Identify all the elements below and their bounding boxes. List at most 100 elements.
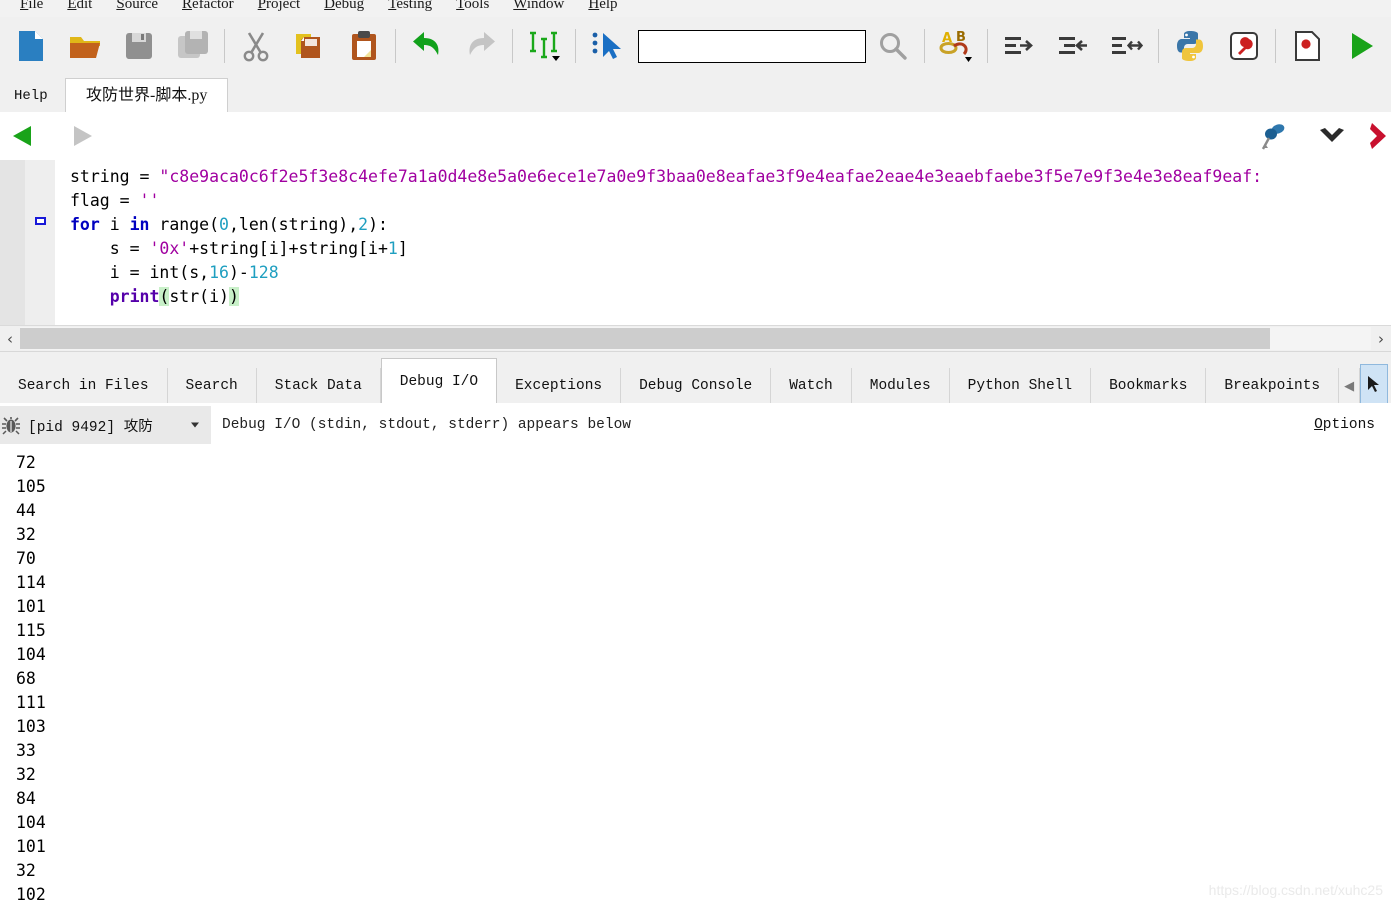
menu-item-testing[interactable]: Testing — [376, 0, 444, 13]
menu-item-debug[interactable]: Debug — [312, 0, 376, 13]
menu-item-source[interactable]: Source — [104, 0, 170, 13]
toolbar-separator — [987, 29, 988, 63]
code-token: )- — [228, 263, 249, 282]
bottom-tab-modules[interactable]: Modules — [851, 368, 950, 404]
copy-icon[interactable] — [283, 20, 337, 72]
paste-icon[interactable] — [337, 20, 391, 72]
output-line: 32 — [16, 861, 36, 880]
output-line: 115 — [16, 621, 46, 640]
run-icon[interactable] — [1334, 20, 1388, 72]
menu-item-file[interactable]: File — [8, 0, 55, 13]
editor-nav-row — [0, 112, 1391, 161]
python-icon[interactable] — [1163, 20, 1217, 72]
indent-left-icon[interactable] — [1046, 20, 1100, 72]
configure-icon[interactable] — [1217, 20, 1271, 72]
code-token: for — [70, 215, 100, 234]
bottom-pane-tab-bar: Search in Files Search Stack Data Debug I/O… — [0, 351, 1391, 404]
select-pointer-icon[interactable] — [580, 20, 634, 72]
bottom-tab-bookmarks[interactable]: Bookmarks — [1091, 368, 1207, 404]
code-token: ): — [368, 215, 388, 234]
code-token: '' — [139, 191, 160, 210]
toolbar-separator — [924, 29, 925, 63]
code-editor[interactable]: string = "c8e9aca0c6f2e5f3e8c4efe7a1a0d4… — [0, 160, 1391, 325]
code-token: = — [119, 191, 140, 210]
pin-icon[interactable] — [1256, 118, 1292, 154]
scroll-left-arrow-icon[interactable]: ‹ — [0, 326, 20, 351]
bottom-tab-python-shell[interactable]: Python Shell — [949, 368, 1092, 404]
new-file-icon[interactable] — [4, 20, 58, 72]
output-line: 84 — [16, 789, 36, 808]
code-token: ( — [159, 287, 170, 306]
find-replace-icon[interactable]: A B — [929, 20, 983, 72]
process-label: [pid 9492] 攻防 — [28, 419, 153, 436]
undo-icon[interactable] — [400, 20, 454, 72]
redo-icon — [454, 20, 508, 72]
menu-item-window[interactable]: Window — [501, 0, 576, 13]
code-line: print(str(i)) — [70, 285, 1262, 309]
search-input[interactable] — [638, 29, 866, 63]
output-line: 104 — [16, 813, 46, 832]
chevron-down-icon[interactable] — [1315, 120, 1349, 152]
bottom-tab-stack-data[interactable]: Stack Data — [256, 368, 381, 404]
code-content[interactable]: string = "c8e9aca0c6f2e5f3e8c4efe7a1a0d4… — [70, 160, 1262, 309]
menu-item-tools[interactable]: Tools — [444, 0, 501, 13]
output-line-list: 72 105 44 32 70 114 101 115 104 68 111 103 33 32 84 104… — [0, 447, 1391, 904]
menu-item-edit[interactable]: Edit — [55, 0, 104, 13]
tab-help[interactable]: Help — [0, 81, 62, 111]
code-fold-marker-icon[interactable] — [35, 217, 46, 225]
bottom-tab-debug-console[interactable]: Debug Console — [621, 368, 772, 404]
chevron-right-icon[interactable] — [1365, 120, 1391, 152]
editor-horizontal-scrollbar[interactable]: ‹ › — [0, 325, 1391, 351]
menu-item-project[interactable]: Project — [246, 0, 313, 13]
save-all-icon[interactable] — [166, 20, 220, 72]
scrollbar-thumb[interactable] — [20, 328, 1270, 349]
output-line: 104 — [16, 645, 46, 664]
bottom-tab-breakpoints[interactable]: Breakpoints — [1206, 368, 1340, 404]
toolbar-separator — [1158, 29, 1159, 63]
output-line: 105 — [16, 477, 46, 496]
output-line: 70 — [16, 549, 36, 568]
bottom-tab-search-in-files[interactable]: Search in Files — [0, 368, 168, 404]
indent-guides-icon[interactable] — [517, 20, 571, 72]
scroll-right-arrow-icon[interactable]: › — [1371, 326, 1391, 351]
main-toolbar: A B — [0, 17, 1391, 75]
output-line: 33 — [16, 741, 36, 760]
editor-gutter-marks[interactable] — [0, 160, 25, 325]
code-line: s = '0x'+string[i]+string[i+1] — [70, 237, 1262, 261]
options-link[interactable]: Options — [1314, 417, 1375, 433]
menu-bar: File Edit Source Refactor Project Debug Testin… — [0, 0, 1391, 17]
tab-list-menu-icon[interactable] — [1360, 364, 1389, 404]
indent-right-icon[interactable] — [992, 20, 1046, 72]
menu-item-refactor[interactable]: Refactor — [170, 0, 246, 13]
debug-io-output[interactable]: 72 105 44 32 70 114 101 115 104 68 111 103 33 32 84 104… — [0, 447, 1391, 904]
code-line: for i in range(0,len(string),2): — [70, 213, 1262, 237]
indent-both-icon[interactable] — [1100, 20, 1154, 72]
code-token: i = int(s, — [70, 263, 210, 282]
bottom-tab-debug-i-o[interactable]: Debug I/O — [380, 358, 498, 404]
code-token: 0 — [219, 215, 229, 234]
set-breakpoint-icon[interactable] — [1280, 20, 1334, 72]
toolbar-separator — [395, 29, 396, 63]
open-folder-icon[interactable] — [58, 20, 112, 72]
bottom-tab-exceptions[interactable]: Exceptions — [497, 368, 622, 404]
toolbar-separator — [224, 29, 225, 63]
navigate-back-icon[interactable] — [8, 120, 42, 152]
code-token: 2 — [358, 215, 369, 234]
editor-gutter-folding[interactable] — [25, 160, 55, 325]
bug-icon — [0, 414, 22, 436]
search-icon[interactable] — [866, 20, 920, 72]
output-line: 103 — [16, 717, 46, 736]
menu-item-help[interactable]: Help — [576, 0, 629, 13]
cut-icon[interactable] — [229, 20, 283, 72]
bottom-tab-watch[interactable]: Watch — [771, 368, 852, 404]
dropdown-caret-icon[interactable] — [191, 422, 199, 428]
process-selector[interactable]: [pid 9492] 攻防 — [0, 406, 211, 444]
code-token: 128 — [248, 263, 279, 282]
bottom-tab-search[interactable]: Search — [167, 368, 257, 404]
output-line: 111 — [16, 693, 46, 712]
code-token: = — [139, 167, 160, 186]
debug-io-note: Debug I/O (stdin, stdout, stderr) appear… — [222, 417, 631, 433]
tab-active-file[interactable]: 攻防世界-脚本.py — [65, 78, 229, 112]
tab-scroll-left-icon[interactable]: ◀ — [1339, 368, 1361, 404]
save-icon[interactable] — [112, 20, 166, 72]
